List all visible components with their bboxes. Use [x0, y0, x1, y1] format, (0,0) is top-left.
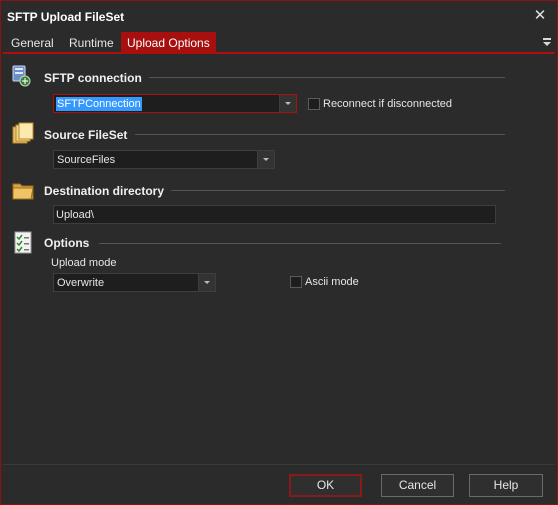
window-title: SFTP Upload FileSet — [7, 10, 125, 24]
divider — [149, 77, 505, 78]
tab-content: SFTP connection SFTPConnection Reconnect… — [3, 56, 555, 464]
folder-icon — [12, 183, 34, 200]
reconnect-label[interactable]: Reconnect if disconnected — [323, 98, 452, 110]
ascii-mode-label[interactable]: Ascii mode — [305, 276, 359, 288]
chevron-down-icon[interactable] — [257, 151, 274, 168]
source-section-heading: Source FileSet — [44, 128, 128, 142]
close-icon[interactable]: ✕ — [528, 4, 552, 28]
upload-mode-label: Upload mode — [51, 257, 117, 269]
ok-button[interactable]: OK — [289, 474, 362, 497]
divider — [135, 134, 505, 135]
tab-general[interactable]: General — [5, 32, 60, 54]
upload-mode-combo[interactable]: Overwrite — [53, 273, 216, 292]
ascii-mode-checkbox[interactable] — [290, 276, 302, 288]
destination-directory-value: Upload\ — [56, 209, 94, 221]
title-bar: SFTP Upload FileSet ✕ — [1, 1, 557, 31]
sftp-section-heading: SFTP connection — [44, 71, 142, 85]
sftp-connection-combo[interactable]: SFTPConnection — [53, 94, 297, 113]
divider — [171, 190, 505, 191]
dialog-window: SFTP Upload FileSet ✕ General Runtime Up… — [0, 0, 558, 505]
tab-runtime[interactable]: Runtime — [63, 32, 120, 54]
sftp-server-icon — [12, 65, 31, 87]
source-fileset-combo[interactable]: SourceFiles — [53, 150, 275, 169]
reconnect-checkbox[interactable] — [308, 98, 320, 110]
button-bar: OK Cancel Help — [3, 464, 555, 504]
help-button[interactable]: Help — [469, 474, 543, 497]
cancel-button[interactable]: Cancel — [381, 474, 454, 497]
sftp-connection-value: SFTPConnection — [56, 97, 142, 111]
chevron-down-icon[interactable] — [198, 274, 215, 291]
tab-bar: General Runtime Upload Options — [3, 32, 555, 54]
chevron-down-icon[interactable] — [279, 95, 296, 112]
tab-upload-options[interactable]: Upload Options — [121, 32, 216, 54]
options-section-heading: Options — [44, 236, 90, 250]
upload-mode-value: Overwrite — [57, 277, 105, 289]
tab-menu-icon[interactable] — [540, 34, 554, 50]
source-fileset-value: SourceFiles — [57, 154, 116, 166]
destination-section-heading: Destination directory — [44, 184, 165, 198]
checklist-icon — [14, 231, 32, 254]
destination-directory-input[interactable]: Upload\ — [53, 205, 496, 224]
fileset-icon — [12, 122, 34, 144]
divider — [99, 243, 501, 244]
